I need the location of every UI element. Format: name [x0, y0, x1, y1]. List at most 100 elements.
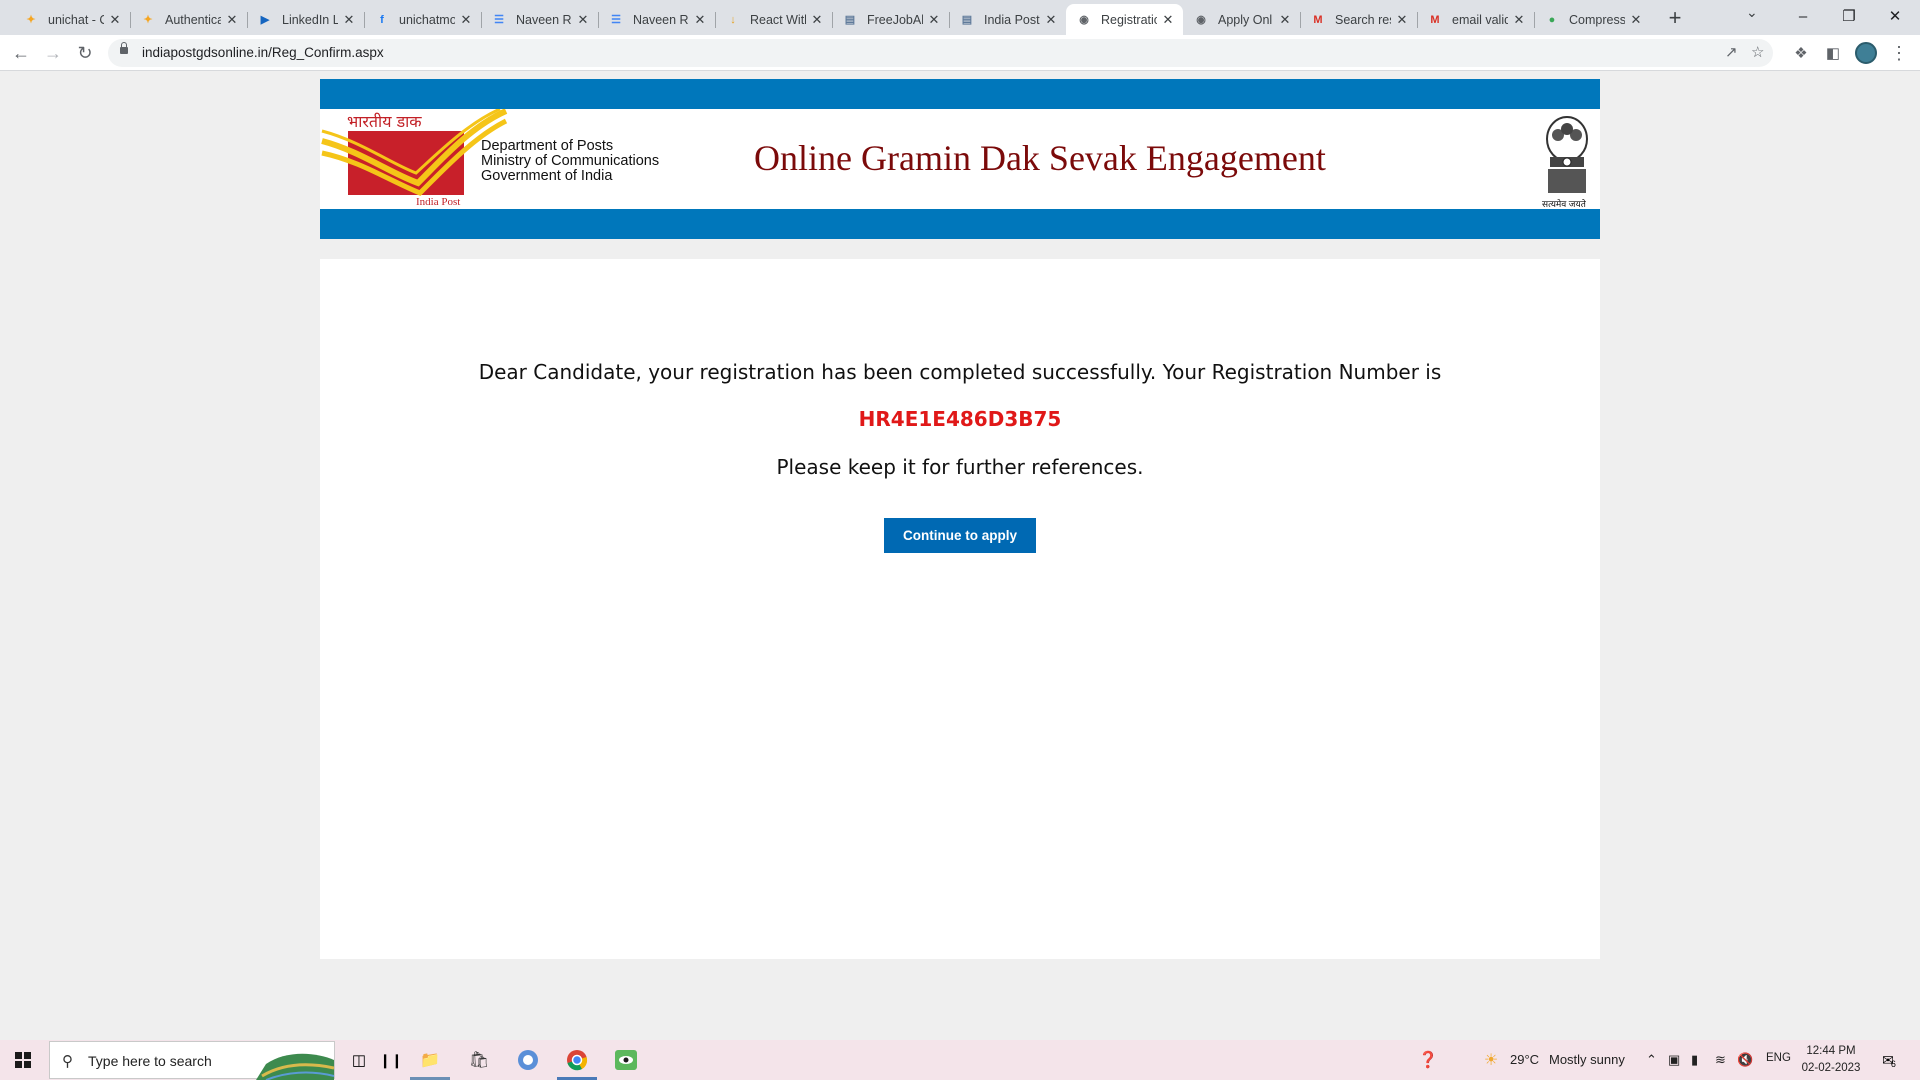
side-panel-icon[interactable]: ◧ [1820, 41, 1846, 65]
chrome-icon[interactable] [565, 1048, 589, 1072]
browser-tab[interactable]: ◉ Apply Onl ✕ [1183, 4, 1300, 35]
browser-tab[interactable]: M Search res ✕ [1300, 4, 1417, 35]
tab-close-icon[interactable]: ✕ [342, 12, 356, 28]
tab-separator [1534, 12, 1535, 28]
weather-description[interactable]: Mostly sunny [1549, 1052, 1625, 1067]
tab-title: Authenticat [165, 12, 221, 27]
browser-tab[interactable]: ☰ Naveen Ra ✕ [598, 4, 715, 35]
profile-avatar[interactable] [1855, 42, 1877, 64]
wifi-icon[interactable]: ≋ [1715, 1052, 1726, 1068]
lock-icon[interactable] [120, 42, 128, 54]
weather-temperature[interactable]: 29°C [1510, 1052, 1539, 1067]
browser-tab[interactable]: ↓ React With ✕ [715, 4, 832, 35]
tab-close-icon[interactable]: ✕ [459, 12, 473, 28]
chrome-profile-icon[interactable] [516, 1048, 540, 1072]
share-icon[interactable]: ↗ [1725, 43, 1738, 61]
confirmation-panel: Dear Candidate, your registration has be… [320, 259, 1600, 959]
reference-note: Please keep it for further references. [776, 455, 1144, 479]
tab-title: unichat - C [48, 12, 104, 27]
continue-to-apply-button[interactable]: Continue to apply [884, 518, 1036, 553]
tab-title: React With [750, 12, 806, 27]
tab-title: Search res [1335, 12, 1391, 27]
browser-tab[interactable]: ☰ Naveen Ra ✕ [481, 4, 598, 35]
tab-search-chevron-icon[interactable]: ⌄ [1746, 4, 1758, 21]
screen-recorder-icon[interactable] [614, 1048, 638, 1072]
tab-close-icon[interactable]: ✕ [693, 12, 707, 28]
browser-tab[interactable]: ▤ FreeJobAle ✕ [832, 4, 949, 35]
gmail-icon: M [1430, 13, 1440, 26]
tab-close-icon[interactable]: ✕ [1629, 12, 1643, 28]
taskbar-search-box[interactable]: ⚲ Type here to search [49, 1041, 335, 1080]
menu-kebab-icon[interactable]: ⋮ [1886, 41, 1912, 65]
back-button[interactable]: ← [8, 41, 34, 65]
tab-close-icon[interactable]: ✕ [108, 12, 122, 28]
unichat-icon: ✦ [26, 14, 36, 26]
windows-start-icon[interactable] [15, 1052, 31, 1068]
tab-close-icon[interactable]: ✕ [1278, 12, 1292, 28]
weather-sun-icon[interactable]: ☀ [1479, 1048, 1503, 1072]
tab-close-icon[interactable]: ✕ [1161, 12, 1175, 28]
tab-close-icon[interactable]: ✕ [810, 12, 824, 28]
show-hidden-icons-chevron-icon[interactable]: ⌃ [1646, 1052, 1657, 1068]
browser-tab[interactable]: Memail valid ✕ [1417, 4, 1534, 35]
browser-tab[interactable]: f unichatmo ✕ [364, 4, 481, 35]
file-explorer-icon[interactable]: 📁 [418, 1048, 442, 1072]
bookmark-star-icon[interactable]: ☆ [1751, 43, 1764, 61]
browser-tab[interactable]: ▶ LinkedIn L ✕ [247, 4, 364, 35]
microsoft-store-icon[interactable]: 🛍 [467, 1048, 491, 1072]
browser-toolbar: ← → ↻ indiapostgdsonline.in/Reg_Confirm.… [0, 35, 1920, 71]
notification-center-icon[interactable]: ✉ 6 [1877, 1048, 1901, 1072]
taskbar-search-placeholder: Type here to search [88, 1053, 212, 1069]
url-text[interactable]: indiapostgdsonline.in/Reg_Confirm.aspx [142, 45, 384, 60]
tab-close-icon[interactable]: ✕ [1044, 12, 1058, 28]
restore-button[interactable]: ❐ [1826, 0, 1872, 32]
tab-title: FreeJobAle [867, 12, 923, 27]
tab-close-icon[interactable]: ✕ [576, 12, 590, 28]
unichat-icon: ✦ [143, 14, 153, 26]
help-icon[interactable]: ❓ [1416, 1048, 1440, 1072]
volume-muted-icon[interactable]: 🔇 [1737, 1052, 1753, 1068]
header-top-band [320, 79, 1600, 109]
department-info: Department of Posts Ministry of Communic… [481, 139, 659, 184]
system-clock[interactable]: 12:44 PM 02-02-2023 [1800, 1043, 1862, 1077]
confirmation-message: Dear Candidate, your registration has be… [478, 360, 1442, 384]
dept-line-3: Government of India [481, 168, 613, 184]
india-post-english-logo-text: India Post [416, 196, 461, 208]
site-header: भारतीय डाक India Post Department of Post… [320, 79, 1600, 239]
browser-tab[interactable]: ✦ Authenticat ✕ [130, 4, 247, 35]
browser-tab[interactable]: ● Compress ✕ [1534, 4, 1651, 35]
forward-button[interactable]: → [40, 41, 66, 65]
globe-icon: ◉ [1079, 14, 1089, 26]
widgets-divider-icon[interactable]: ❙❙ [379, 1048, 403, 1072]
input-language[interactable]: ENG [1766, 1052, 1791, 1064]
browser-tab[interactable]: ◉ Registratio ✕ [1066, 4, 1183, 35]
search-highlight-art-icon [256, 1053, 334, 1080]
extensions-puzzle-icon[interactable]: ❖ [1788, 41, 1814, 65]
tab-separator [481, 12, 482, 28]
dept-line-2: Ministry of Communications [481, 153, 660, 169]
reload-button[interactable]: ↻ [72, 41, 98, 65]
docs-icon: ☰ [494, 14, 504, 26]
page-title: Online Gramin Dak Sevak Engagement [754, 138, 1326, 178]
tab-close-icon[interactable]: ✕ [1512, 12, 1526, 28]
tab-separator [715, 12, 716, 28]
browser-tab[interactable]: ▤ India Post ✕ [949, 4, 1066, 35]
notification-count: 6 [1890, 1059, 1896, 1069]
tab-separator [247, 12, 248, 28]
tab-separator [1417, 12, 1418, 28]
address-bar[interactable]: indiapostgdsonline.in/Reg_Confirm.aspx ↗… [108, 39, 1773, 67]
battery-icon[interactable]: ▮ [1691, 1052, 1698, 1068]
tab-close-icon[interactable]: ✕ [927, 12, 941, 28]
registration-number: HR4E1E486D3B75 [858, 407, 1062, 431]
tab-separator [949, 12, 950, 28]
meet-now-icon[interactable]: ▣ [1668, 1052, 1680, 1068]
task-view-icon[interactable]: ◫ [347, 1048, 371, 1072]
tab-title: Naveen Ra [516, 12, 572, 27]
tab-close-icon[interactable]: ✕ [225, 12, 239, 28]
minimize-button[interactable]: – [1780, 0, 1826, 32]
browser-tab[interactable]: ✦ unichat - C ✕ [13, 4, 130, 35]
windows-taskbar: ⚲ Type here to search ◫ ❙❙ 📁 🛍 ❓ ☀ 29°C … [0, 1040, 1920, 1080]
tab-close-icon[interactable]: ✕ [1395, 12, 1409, 28]
new-tab-button[interactable]: + [1663, 5, 1687, 31]
close-window-button[interactable]: ✕ [1872, 0, 1918, 32]
